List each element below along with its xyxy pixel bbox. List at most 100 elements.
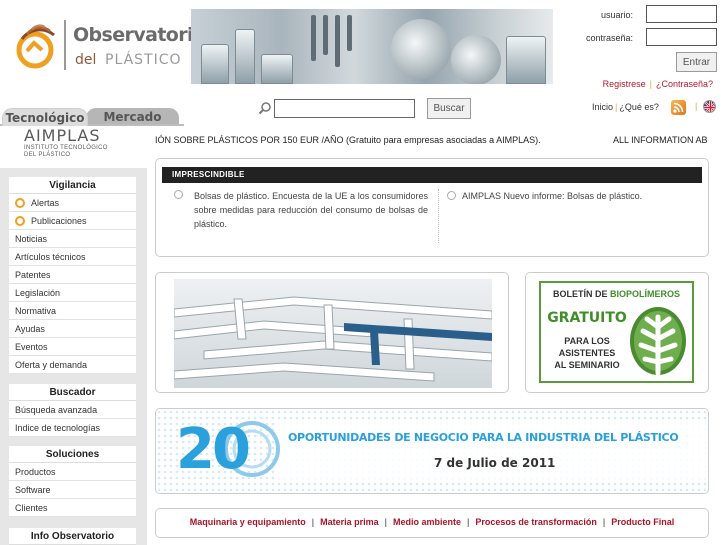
biopolimeros-line: PARA LOS (564, 336, 610, 346)
observatorio-logo-icon (16, 24, 55, 69)
category-link-procesos[interactable]: Procesos de transformación (475, 517, 597, 527)
sidebar-item-clientes[interactable]: Clientes (9, 499, 136, 517)
logo-title: Observatorio (73, 24, 206, 46)
imprescindible-panel: IMPRESCINDIBLE Bolsas de plástico. Encue… (155, 158, 709, 257)
oportunidades-date: 7 de Julio de 2011 (434, 456, 556, 470)
forgot-password-link[interactable]: ¿Contraseña? (656, 79, 713, 89)
sidebar-item-articulos[interactable]: Artículos técnicos (9, 248, 136, 266)
aimplas-subtitle-line2: DEL PLÁSTICO (24, 152, 71, 158)
about-link[interactable]: ¿Qué es? (619, 102, 659, 112)
sidebar-item-indice-tecnologias[interactable]: Indice de tecnologías (9, 419, 136, 437)
biopolimeros-gratuito: GRATUITO (547, 310, 627, 326)
site-logo[interactable]: Observatorio del PLÁSTICO (12, 17, 206, 75)
clock-icon (447, 191, 456, 200)
register-link[interactable]: Registrese (603, 79, 646, 89)
biopolimeros-title: BOLETÍN DE BIOPOLÍMEROS (541, 289, 692, 299)
link-separator: | (602, 517, 606, 527)
news-item[interactable]: Bolsas de plástico. Encuesta de la UE a … (170, 189, 428, 231)
biopolimeros-card: BOLETÍN DE BIOPOLÍMEROS GRATUITO PARA LO… (539, 281, 694, 383)
password-label: contraseña: (585, 33, 633, 43)
clock-icon (174, 190, 183, 199)
sidebar-heading-buscador: Buscador (9, 384, 136, 401)
sidebar-item-oferta[interactable]: Oferta y demanda (9, 356, 136, 374)
username-input[interactable] (646, 5, 717, 23)
magnifier-icon (258, 102, 271, 115)
news-item-text: AIMPLAS Nuevo informe: Bolsas de plástic… (462, 191, 643, 201)
username-label: usuario: (600, 10, 633, 20)
account-links: Registrese | ¿Contraseña? (603, 79, 713, 89)
sidebar-item-busqueda-avanzada[interactable]: Búsqueda avanzada (9, 401, 136, 419)
link-separator: | (615, 102, 618, 112)
sidebar-heading-soluciones: Soluciones (9, 446, 136, 463)
sidebar-soluciones: Soluciones Productos Software Clientes (9, 446, 136, 517)
sidebar-item-eventos[interactable]: Eventos (9, 338, 136, 356)
leaf-icon (630, 307, 686, 376)
sidebar-item-publicaciones[interactable]: Publicaciones (9, 212, 136, 230)
category-links: Maquinaria y equipamiento | Materia prima |… (156, 517, 708, 527)
biopolimeros-line: ASISTENTES (558, 348, 616, 358)
imprescindible-heading: IMPRESCINDIBLE (162, 167, 702, 183)
sidebar-heading-info: Info Observatorio (9, 528, 136, 545)
category-link-producto-final[interactable]: Producto Final (611, 517, 674, 527)
sidebar-item-label: Alertas (31, 198, 60, 208)
home-link[interactable]: Inicio (592, 102, 613, 112)
orange-ring-icon (15, 198, 25, 208)
aimplas-subtitle-line1: INSTITUTO TECNOLÓGICO (24, 145, 108, 151)
sidebar-buscador: Buscador Búsqueda avanzada Indice de tec… (9, 384, 136, 437)
category-link-medio-ambiente[interactable]: Medio ambiente (393, 517, 461, 527)
sidebar-vigilancia: Vigilancia Alertas Publicaciones Noticia… (9, 177, 136, 374)
biopolimeros-description: PARA LOS ASISTENTES AL SEMINARIO (546, 335, 628, 371)
logo-subtitle-plastico: PLÁSTICO (105, 52, 182, 68)
maze-image (174, 279, 492, 388)
biopolimeros-title-highlight: BIOPOLÍMEROS (610, 289, 681, 299)
login-form: usuario: contraseña: Entrar (560, 0, 727, 90)
sidebar-item-label: Publicaciones (31, 216, 87, 226)
aimplas-name: AIMPLAS (24, 126, 101, 145)
sidebar-item-patentes[interactable]: Patentes (9, 266, 136, 284)
sidebar-item-alertas[interactable]: Alertas (9, 194, 136, 212)
sidebar-heading-vigilancia: Vigilancia (9, 177, 136, 194)
tab-tecnologico[interactable]: Tecnológico (2, 108, 88, 126)
search-input[interactable] (274, 99, 415, 118)
sidebar-item-noticias[interactable]: Noticias (9, 230, 136, 248)
ticker-text: IÓN SOBRE PLÁSTICOS POR 150 EUR /AÑO (Gr… (155, 135, 541, 145)
search-button[interactable]: Buscar (427, 98, 471, 119)
header-banner-image (191, 9, 553, 84)
top-links: Inicio | ¿Qué es? (592, 102, 659, 112)
news-ticker[interactable]: IÓN SOBRE PLÁSTICOS POR 150 EUR /AÑO (Gr… (155, 132, 709, 149)
aimplas-logo[interactable]: AIMPLAS INSTITUTO TECNOLÓGICO DEL PLÁSTI… (24, 128, 134, 162)
rss-icon[interactable] (671, 100, 686, 115)
link-separator: | (384, 517, 387, 527)
oportunidades-number: 20 (176, 417, 251, 482)
link-separator: | (311, 517, 315, 527)
link-separator: | (467, 517, 470, 527)
news-item-text: Bolsas de plástico. Encuesta de la UE a … (194, 191, 428, 229)
logo-subtitle-del: del (75, 52, 97, 68)
category-bar: Maquinaria y equipamiento | Materia prima |… (155, 508, 709, 538)
login-button[interactable]: Entrar (676, 52, 717, 72)
biopolimeros-line: AL SEMINARIO (554, 360, 620, 370)
link-separator: | (695, 101, 698, 111)
sidebar-item-software[interactable]: Software (9, 481, 136, 499)
maze-banner[interactable] (155, 272, 509, 393)
oportunidades-title: OPORTUNIDADES DE NEGOCIO PARA LA INDUSTR… (288, 431, 679, 444)
ticker-text-2: ALL INFORMATION AB (613, 135, 708, 145)
news-item[interactable]: AIMPLAS Nuevo informe: Bolsas de plástic… (438, 189, 698, 243)
oportunidades-banner[interactable]: 20 OPORTUNIDADES DE NEGOCIO PARA LA INDU… (155, 408, 709, 494)
uk-flag-icon[interactable] (703, 100, 716, 113)
sidebar-item-ayudas[interactable]: Ayudas (9, 320, 136, 338)
sidebar-info: Info Observatorio (9, 528, 136, 545)
category-link-materia-prima[interactable]: Materia prima (320, 517, 379, 527)
category-link-maquinaria[interactable]: Maquinaria y equipamiento (190, 517, 306, 527)
logo-divider (64, 20, 66, 70)
orange-ring-icon (15, 216, 25, 226)
biopolimeros-title-prefix: BOLETÍN DE (552, 289, 610, 299)
sidebar-item-normativa[interactable]: Normativa (9, 302, 136, 320)
biopolimeros-banner[interactable]: BOLETÍN DE BIOPOLÍMEROS GRATUITO PARA LO… (525, 272, 709, 393)
sidebar-item-legislacion[interactable]: Legislación (9, 284, 136, 302)
aimplas-subtitle: INSTITUTO TECNOLÓGICO DEL PLÁSTICO (24, 145, 134, 159)
password-input[interactable] (646, 28, 717, 46)
sidebar-item-productos[interactable]: Productos (9, 463, 136, 481)
link-separator: | (649, 79, 652, 89)
sidebar: Vigilancia Alertas Publicaciones Noticia… (0, 168, 147, 545)
